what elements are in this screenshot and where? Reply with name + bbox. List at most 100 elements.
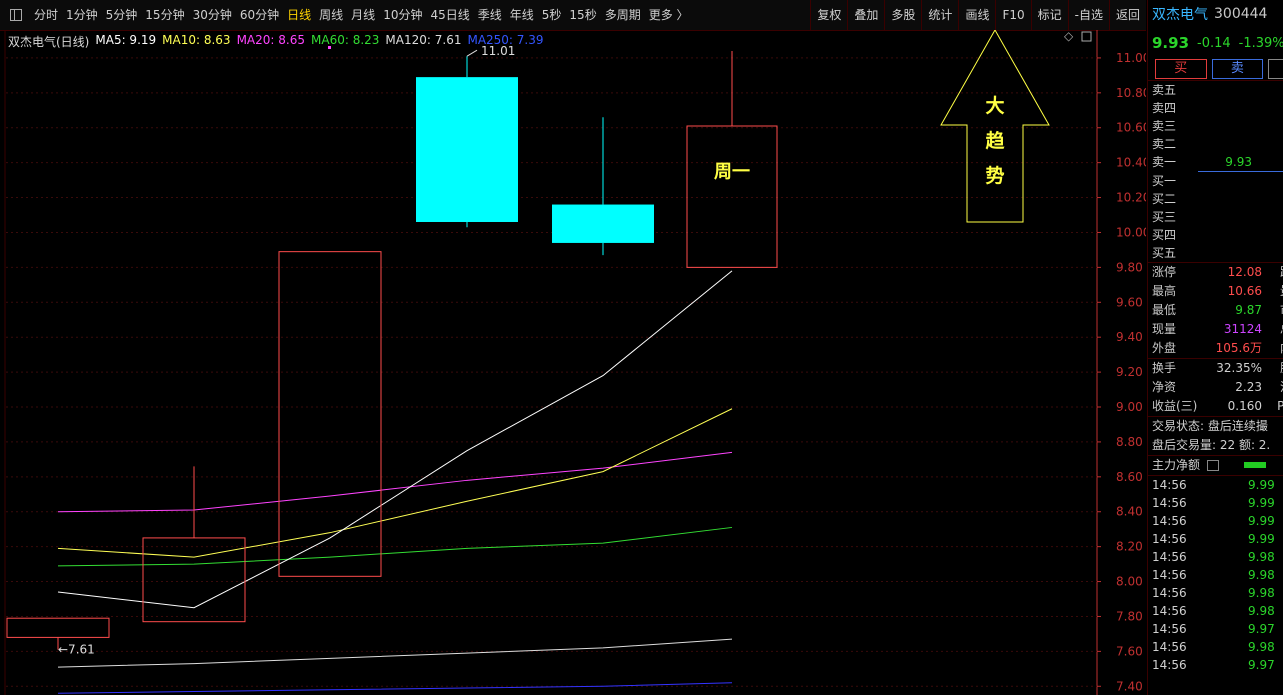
- period-tab-13[interactable]: 5秒: [538, 0, 566, 30]
- period-tab-1[interactable]: 1分钟: [62, 0, 102, 30]
- tick-row: 14:56 9.98: [1148, 548, 1283, 566]
- y-tick-label: 9.40: [1116, 330, 1143, 344]
- y-tick-label: 7.40: [1116, 679, 1143, 693]
- toolbar-button-7[interactable]: -自选: [1067, 0, 1109, 30]
- tick-price: 9.99: [1248, 496, 1275, 510]
- period-tab-0[interactable]: 分时: [30, 0, 62, 30]
- period-tab-9[interactable]: 10分钟: [379, 0, 426, 30]
- toolbar-button-4[interactable]: 画线: [958, 0, 995, 30]
- stock-code: 300444: [1214, 6, 1268, 22]
- arrow-text: 趋: [985, 129, 1005, 152]
- toolbar-button-5[interactable]: F10: [995, 0, 1030, 30]
- tick-price: 9.98: [1248, 586, 1275, 600]
- period-tab-12[interactable]: 年线: [506, 0, 538, 30]
- stat-row: 现量31124总: [1148, 320, 1283, 339]
- sell-level-row[interactable]: 卖二: [1148, 135, 1283, 153]
- sell-orderbook: 卖五卖四 卖三卖二卖一 9.93: [1148, 81, 1283, 171]
- buy-level-row[interactable]: 买一: [1148, 172, 1283, 190]
- period-tab-5[interactable]: 60分钟: [236, 0, 283, 30]
- legend-ma250: MA250: 7.39: [467, 33, 544, 47]
- buy-level-row[interactable]: 买五: [1148, 244, 1283, 262]
- sell-level-row[interactable]: 卖一 9.93: [1148, 153, 1283, 171]
- sell-level-row[interactable]: 卖三: [1148, 117, 1283, 135]
- arrow-text: 势: [985, 164, 1004, 187]
- buy-level-label: 买一: [1152, 174, 1177, 188]
- toolbar-button-0[interactable]: 复权: [810, 0, 847, 30]
- stat-value: 12.08: [1227, 265, 1262, 279]
- trade-status: 交易状态: 盘后连续撮: [1152, 419, 1268, 433]
- tick-row: 14:56 9.97: [1148, 620, 1283, 638]
- period-tab-14[interactable]: 15秒: [565, 0, 600, 30]
- tick-row: 14:56 9.98: [1148, 584, 1283, 602]
- candle-body: [416, 77, 518, 222]
- tick-time: 14:56: [1152, 532, 1187, 546]
- kline-svg[interactable]: 11.00 10.80 10.60 10.40 10.20 10.00 9.80 9.60 9.…: [0, 30, 1146, 695]
- quote-panel: 双杰电气 300444 9.93 -0.14 -1.39% 买 卖 卖五 卖四 卖三…: [1147, 0, 1283, 695]
- stat-label: 外盘: [1152, 341, 1177, 355]
- stat-row: 涨停12.08跌: [1148, 263, 1283, 282]
- main-flow-row: 主力净额: [1148, 456, 1283, 475]
- buy-button[interactable]: 买: [1155, 59, 1207, 79]
- sell-level-row[interactable]: 卖四: [1148, 99, 1283, 117]
- period-tab-3[interactable]: 15分钟: [141, 0, 188, 30]
- tick-list[interactable]: 14:56 9.99 14:56 9.99 14:56 9.99 14:56 9.99 14:5…: [1148, 476, 1283, 674]
- tick-price: 9.97: [1248, 658, 1275, 672]
- candle-body: [6, 617, 110, 638]
- buy-level-row[interactable]: 买三: [1148, 208, 1283, 226]
- toolbar-button-8[interactable]: 返回: [1108, 0, 1146, 30]
- period-tab-16[interactable]: 更多 〉: [645, 0, 693, 30]
- stat-value: 105.6万: [1215, 341, 1262, 355]
- tick-row: 14:56 9.99: [1148, 512, 1283, 530]
- toolbar-button-3[interactable]: 统计: [921, 0, 958, 30]
- period-tab-10[interactable]: 45日线: [426, 0, 473, 30]
- ma120-line: [57, 638, 733, 668]
- legend-ma60: MA60: 8.23: [311, 33, 380, 47]
- price-pct: -1.39%: [1238, 35, 1283, 51]
- tick-row: 14:56 9.97: [1148, 656, 1283, 674]
- more-button[interactable]: [1268, 59, 1283, 79]
- stat-row: 收益(三) 0.160 PE: [1148, 397, 1283, 416]
- legend-ma20: MA20: 8.65: [236, 33, 305, 47]
- y-tick-label: 9.80: [1116, 260, 1143, 274]
- price-change: -0.14: [1197, 35, 1231, 51]
- toolbar-button-6[interactable]: 标记: [1030, 0, 1068, 30]
- y-tick-label: 11.00: [1116, 51, 1146, 65]
- period-tab-6[interactable]: 日线: [283, 0, 315, 30]
- period-tab-11[interactable]: 季线: [474, 0, 506, 30]
- legend-ma5: MA5: 9.19: [95, 33, 157, 47]
- tick-price: 9.98: [1248, 568, 1275, 582]
- buy-level-row[interactable]: 买四: [1148, 226, 1283, 244]
- y-tick-label: 7.80: [1116, 609, 1143, 623]
- stat-row: 外盘105.6万内: [1148, 339, 1283, 358]
- candle-body: [686, 125, 778, 268]
- price-row: 9.93 -0.14 -1.39%: [1148, 28, 1283, 58]
- sell-level-label: 卖二: [1152, 137, 1177, 151]
- sell-button[interactable]: 卖: [1211, 59, 1264, 79]
- period-tab-4[interactable]: 30分钟: [189, 0, 236, 30]
- stat-value: 2.23: [1235, 380, 1262, 394]
- tick-time: 14:56: [1152, 640, 1187, 654]
- period-tab-2[interactable]: 5分钟: [102, 0, 142, 30]
- period-tab-7[interactable]: 周线: [315, 0, 347, 30]
- toolbar-button-2[interactable]: 多股: [884, 0, 921, 30]
- period-tab-8[interactable]: 月线: [347, 0, 379, 30]
- kline-chart[interactable]: 11.00 10.80 10.60 10.40 10.20 10.00 9.80 9.60 9.…: [0, 30, 1146, 695]
- toolbar-button-1[interactable]: 叠加: [847, 0, 884, 30]
- buy-level-label: 买四: [1152, 228, 1177, 242]
- sell-level-row[interactable]: 卖五: [1148, 81, 1283, 99]
- trend-arrow: [940, 30, 1050, 223]
- list-icon[interactable]: [1206, 460, 1219, 471]
- y-tick-label: 10.20: [1116, 191, 1146, 205]
- tick-row: 14:56 9.98: [1148, 638, 1283, 656]
- y-tick-label: 7.60: [1116, 644, 1143, 658]
- ma60-line: [57, 526, 733, 567]
- buy-level-row[interactable]: 买二: [1148, 190, 1283, 208]
- tick-time: 14:56: [1152, 568, 1187, 582]
- candle-body: [278, 251, 382, 577]
- low-price-label: ←7.61: [58, 643, 95, 657]
- tick-time: 14:56: [1152, 514, 1187, 528]
- sell-level-label: 卖五: [1152, 83, 1177, 97]
- flow-bar: [1244, 462, 1266, 468]
- period-tab-15[interactable]: 多周期: [601, 0, 645, 30]
- panel-toggle-icon[interactable]: [10, 9, 22, 21]
